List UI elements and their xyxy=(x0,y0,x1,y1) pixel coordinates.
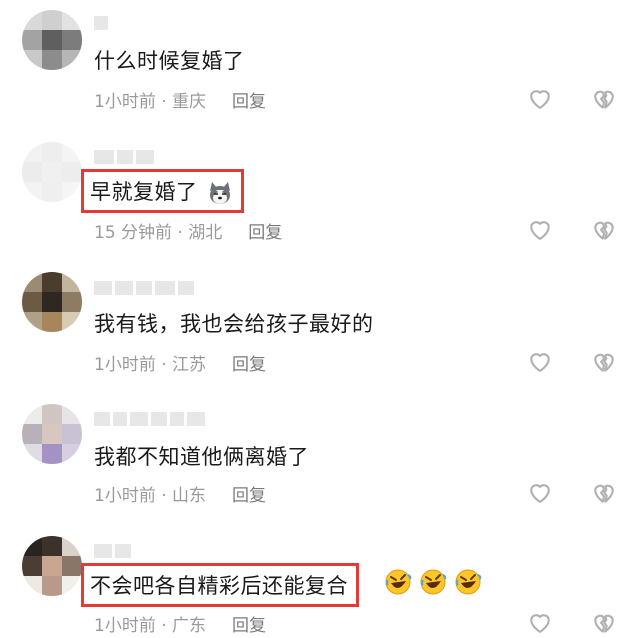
husky-dog-emoji xyxy=(209,182,230,204)
broken-heart-icon[interactable] xyxy=(590,347,618,375)
username-blurred[interactable] xyxy=(94,16,108,30)
reply-button[interactable]: 回复 xyxy=(232,355,266,375)
username-blurred[interactable] xyxy=(94,150,154,164)
reply-button[interactable]: 回复 xyxy=(232,92,266,112)
comment-time: 1小时前 xyxy=(94,92,156,112)
meta-separator: · xyxy=(155,616,173,636)
heart-outline-icon[interactable] xyxy=(526,215,554,243)
comment-text: 我有钱，我也会给孩子最好的 xyxy=(94,312,374,336)
avatar[interactable] xyxy=(22,272,82,332)
rolling-laughing-emoji-group xyxy=(382,568,482,596)
comment-location: 重庆 xyxy=(172,92,207,112)
comment-text: 早就复婚了 xyxy=(90,180,198,204)
username-blurred[interactable] xyxy=(94,412,205,426)
comment-text-highlighted: 早就复婚了 xyxy=(81,169,244,213)
meta-separator: · xyxy=(155,486,173,506)
comment-time: 1小时前 xyxy=(94,486,156,506)
avatar[interactable] xyxy=(22,404,82,464)
comment-text: 我都不知道他俩离婚了 xyxy=(94,445,309,469)
broken-heart-icon[interactable] xyxy=(590,478,618,506)
reply-button[interactable]: 回复 xyxy=(232,486,266,506)
meta-separator: · xyxy=(155,355,173,375)
comment-meta: 15 分钟前 · 湖北 回复 xyxy=(94,218,282,243)
comment-text: 不会吧各自精彩后还能复合 xyxy=(90,574,348,598)
rolling-laughing-emoji xyxy=(385,569,412,595)
comment-location: 广东 xyxy=(172,616,207,636)
broken-heart-icon[interactable] xyxy=(590,215,618,243)
avatar[interactable] xyxy=(22,536,82,596)
comment-meta: 1小时前 · 江苏 回复 xyxy=(94,350,266,375)
broken-heart-icon[interactable] xyxy=(590,84,618,112)
meta-separator: · xyxy=(155,92,173,112)
comment-meta: 1小时前 · 山东 回复 xyxy=(94,481,266,506)
avatar[interactable] xyxy=(22,10,82,70)
comment-meta: 1小时前 · 重庆 回复 xyxy=(94,87,266,112)
broken-heart-icon[interactable] xyxy=(590,608,618,636)
comment-location: 江苏 xyxy=(172,355,207,375)
rolling-laughing-emoji xyxy=(420,569,447,595)
username-blurred[interactable] xyxy=(94,544,131,558)
username-blurred[interactable] xyxy=(94,281,194,295)
heart-outline-icon[interactable] xyxy=(526,347,554,375)
rolling-laughing-emoji xyxy=(455,569,482,595)
heart-outline-icon[interactable] xyxy=(526,478,554,506)
comment-text: 什么时候复婚了 xyxy=(94,49,245,73)
comment-time: 1小时前 xyxy=(94,616,156,636)
heart-outline-icon[interactable] xyxy=(526,84,554,112)
reply-button[interactable]: 回复 xyxy=(248,223,282,243)
comment-time: 1小时前 xyxy=(94,355,156,375)
comment-location: 湖北 xyxy=(188,223,223,243)
heart-outline-icon[interactable] xyxy=(526,608,554,636)
reply-button[interactable]: 回复 xyxy=(232,616,266,636)
comment-text-highlighted: 不会吧各自精彩后还能复合 xyxy=(81,563,359,607)
meta-separator: · xyxy=(172,223,189,243)
comment-location: 山东 xyxy=(172,486,207,506)
comment-time: 15 分钟前 xyxy=(94,223,173,243)
comment-meta: 1小时前 · 广东 回复 xyxy=(94,611,266,636)
avatar[interactable] xyxy=(22,142,82,202)
